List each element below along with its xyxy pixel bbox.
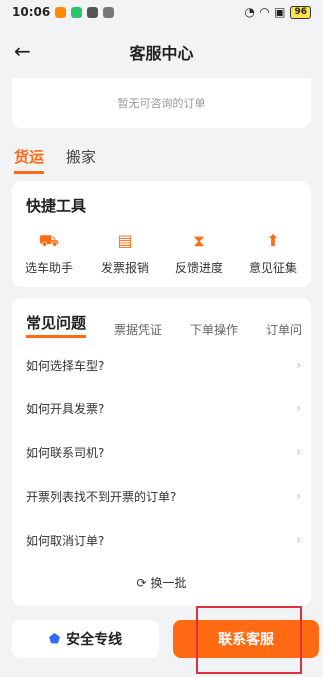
nav-bar: ← 客服中心: [0, 30, 323, 74]
orders-empty-text: 暂无可咨询的订单: [117, 97, 206, 110]
page-title: 客服中心: [129, 44, 194, 63]
chevron-right-icon: ›: [296, 358, 301, 372]
tool-invoice[interactable]: ▤ 发票报销: [90, 231, 160, 276]
status-left: 10:06: [12, 5, 115, 19]
status-bar: 10:06 ◔ ◠ ▣ 96: [0, 0, 323, 24]
alarm-icon: ◔: [244, 5, 255, 19]
chevron-right-icon: ›: [296, 533, 301, 547]
feedback-icon: ⬆: [266, 231, 280, 250]
chevron-right-icon: ›: [296, 489, 301, 503]
battery-icon: 96: [290, 5, 311, 19]
faq-question: 如何联系司机?: [26, 445, 105, 460]
tab-receipts[interactable]: 票据凭证: [114, 321, 162, 338]
business-tabs: 货运 搬家: [14, 146, 96, 174]
faq-card: 常见问题 票据凭证 下单操作 订单问 如何选择车型? › 如何开具发票? › 如…: [12, 298, 311, 606]
faq-item[interactable]: 如何开具发票? ›: [26, 395, 301, 421]
invoice-icon: ▤: [117, 231, 133, 250]
back-arrow-icon[interactable]: ←: [14, 40, 36, 62]
faq-question: 如何取消订单?: [26, 533, 105, 548]
notification-app-icon: [103, 6, 115, 18]
shield-icon: ⬟: [48, 631, 61, 647]
faq-question: 如何选择车型?: [26, 358, 105, 373]
notification-app-icon: [87, 6, 99, 18]
orders-card: 暂无可咨询的订单: [12, 78, 311, 128]
faq-item[interactable]: 如何选择车型? ›: [26, 352, 301, 378]
safety-hotline-button[interactable]: ⬟ 安全专线: [12, 620, 159, 658]
chevron-right-icon: ›: [296, 445, 301, 459]
refresh-button[interactable]: ⟳ 换一批: [12, 574, 311, 591]
quick-tools-card: 快捷工具 ⛟ 选车助手 ▤ 发票报销 ⧗ 反馈进度 ⬆ 意见征集: [12, 181, 311, 287]
faq-item[interactable]: 开票列表找不到开票的订单? ›: [26, 483, 301, 509]
tab-common-questions[interactable]: 常见问题: [26, 312, 87, 338]
tool-label: 反馈进度: [174, 261, 223, 275]
quick-tools-title: 快捷工具: [26, 197, 87, 215]
refresh-icon: ⟳: [136, 576, 147, 590]
status-time: 10:06: [12, 5, 51, 19]
tab-freight[interactable]: 货运: [14, 146, 45, 174]
tab-ordering[interactable]: 下单操作: [190, 321, 238, 338]
faq-item[interactable]: 如何联系司机? ›: [26, 439, 301, 465]
notification-app-icon: [55, 6, 67, 18]
faq-question: 开票列表找不到开票的订单?: [26, 489, 177, 504]
tab-order-issues[interactable]: 订单问: [266, 321, 302, 338]
faq-question: 如何开具发票?: [26, 401, 105, 416]
safety-hotline-label: 安全专线: [66, 632, 123, 648]
tool-label: 意见征集: [248, 261, 297, 275]
wifi-icon: ◠: [259, 5, 270, 19]
status-right: ◔ ◠ ▣ 96: [244, 5, 311, 19]
contact-service-button[interactable]: 联系客服: [173, 620, 319, 658]
faq-item[interactable]: 如何取消订单? ›: [26, 527, 301, 553]
faq-tabs: 常见问题 票据凭证 下单操作 订单问: [26, 312, 302, 338]
tool-vehicle-assistant[interactable]: ⛟ 选车助手: [14, 231, 84, 276]
notification-app-icon: [71, 6, 83, 18]
sim-icon: ▣: [274, 5, 286, 19]
tool-label: 发票报销: [100, 261, 149, 275]
tool-label: 选车助手: [24, 261, 73, 275]
tool-feedback-progress[interactable]: ⧗ 反馈进度: [164, 231, 234, 276]
contact-service-label: 联系客服: [218, 632, 274, 648]
truck-icon: ⛟: [38, 231, 60, 250]
tool-opinion-collection[interactable]: ⬆ 意见征集: [238, 231, 308, 276]
hourglass-icon: ⧗: [193, 231, 205, 250]
tab-moving[interactable]: 搬家: [66, 146, 96, 174]
chevron-right-icon: ›: [296, 401, 301, 415]
refresh-label: 换一批: [150, 576, 187, 590]
